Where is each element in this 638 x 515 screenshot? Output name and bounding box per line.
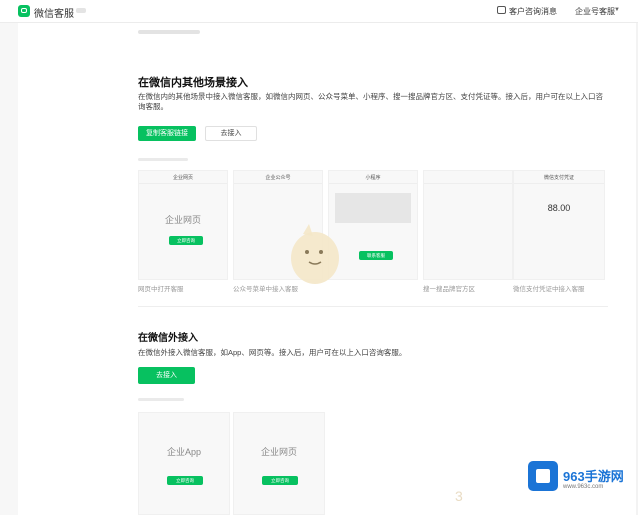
scene-caption: 微信支付凭证中接入客服	[513, 286, 585, 293]
scene-card-web: 企业网页 企业网页 立即咨询	[138, 170, 228, 280]
wecom-logo-icon	[18, 5, 30, 17]
customer-messages-link[interactable]: 客户咨询消息	[509, 6, 557, 17]
connect-button[interactable]: 去接入	[205, 126, 257, 141]
site-watermark-url: www.963c.com	[563, 484, 604, 490]
chevron-down-icon[interactable]: ▼	[614, 7, 620, 13]
top-bar: 微信客服 客户咨询消息 企业号客服 ▼	[0, 0, 638, 23]
site-watermark-brand: 963手游网	[563, 469, 624, 484]
section-desc-inside: 在微信内的其他场景中接入微信客服，如微信内网页、公众号菜单、小程序、搜一搜品牌官…	[138, 92, 603, 111]
app-title: 微信客服	[34, 9, 74, 20]
scene-caption: 搜一搜品牌官方区	[423, 286, 475, 293]
faded-watermark: 3	[455, 488, 463, 504]
message-icon[interactable]	[497, 6, 506, 14]
section-title-outside: 在微信外接入	[138, 333, 198, 344]
copy-link-button[interactable]: 复制客服链接	[138, 126, 196, 141]
breadcrumb	[138, 30, 200, 34]
outside-card-web: 企业网页 立即咨询	[233, 412, 325, 515]
section-divider	[138, 306, 608, 307]
scene-card-search	[423, 170, 513, 280]
mascot-icon	[291, 224, 339, 284]
app-badge	[76, 8, 86, 13]
corp-switcher[interactable]: 企业号客服	[575, 6, 615, 17]
scene-card-payment: 微信支付凭证 88.00	[513, 170, 605, 280]
sidebar	[0, 23, 18, 515]
scene-subheading	[138, 158, 188, 161]
scene-caption: 网页中打开客服	[138, 286, 184, 293]
section-desc-outside: 在微信外接入微信客服，如App、网页等。接入后，用户可在以上入口咨询客服。	[138, 348, 407, 357]
site-logo-icon	[528, 461, 558, 491]
outside-subheading	[138, 398, 184, 401]
connect-outside-button[interactable]: 去接入	[138, 367, 195, 384]
outside-card-app: 企业App 立即咨询	[138, 412, 230, 515]
section-title-inside: 在微信内其他场景接入	[138, 77, 248, 89]
